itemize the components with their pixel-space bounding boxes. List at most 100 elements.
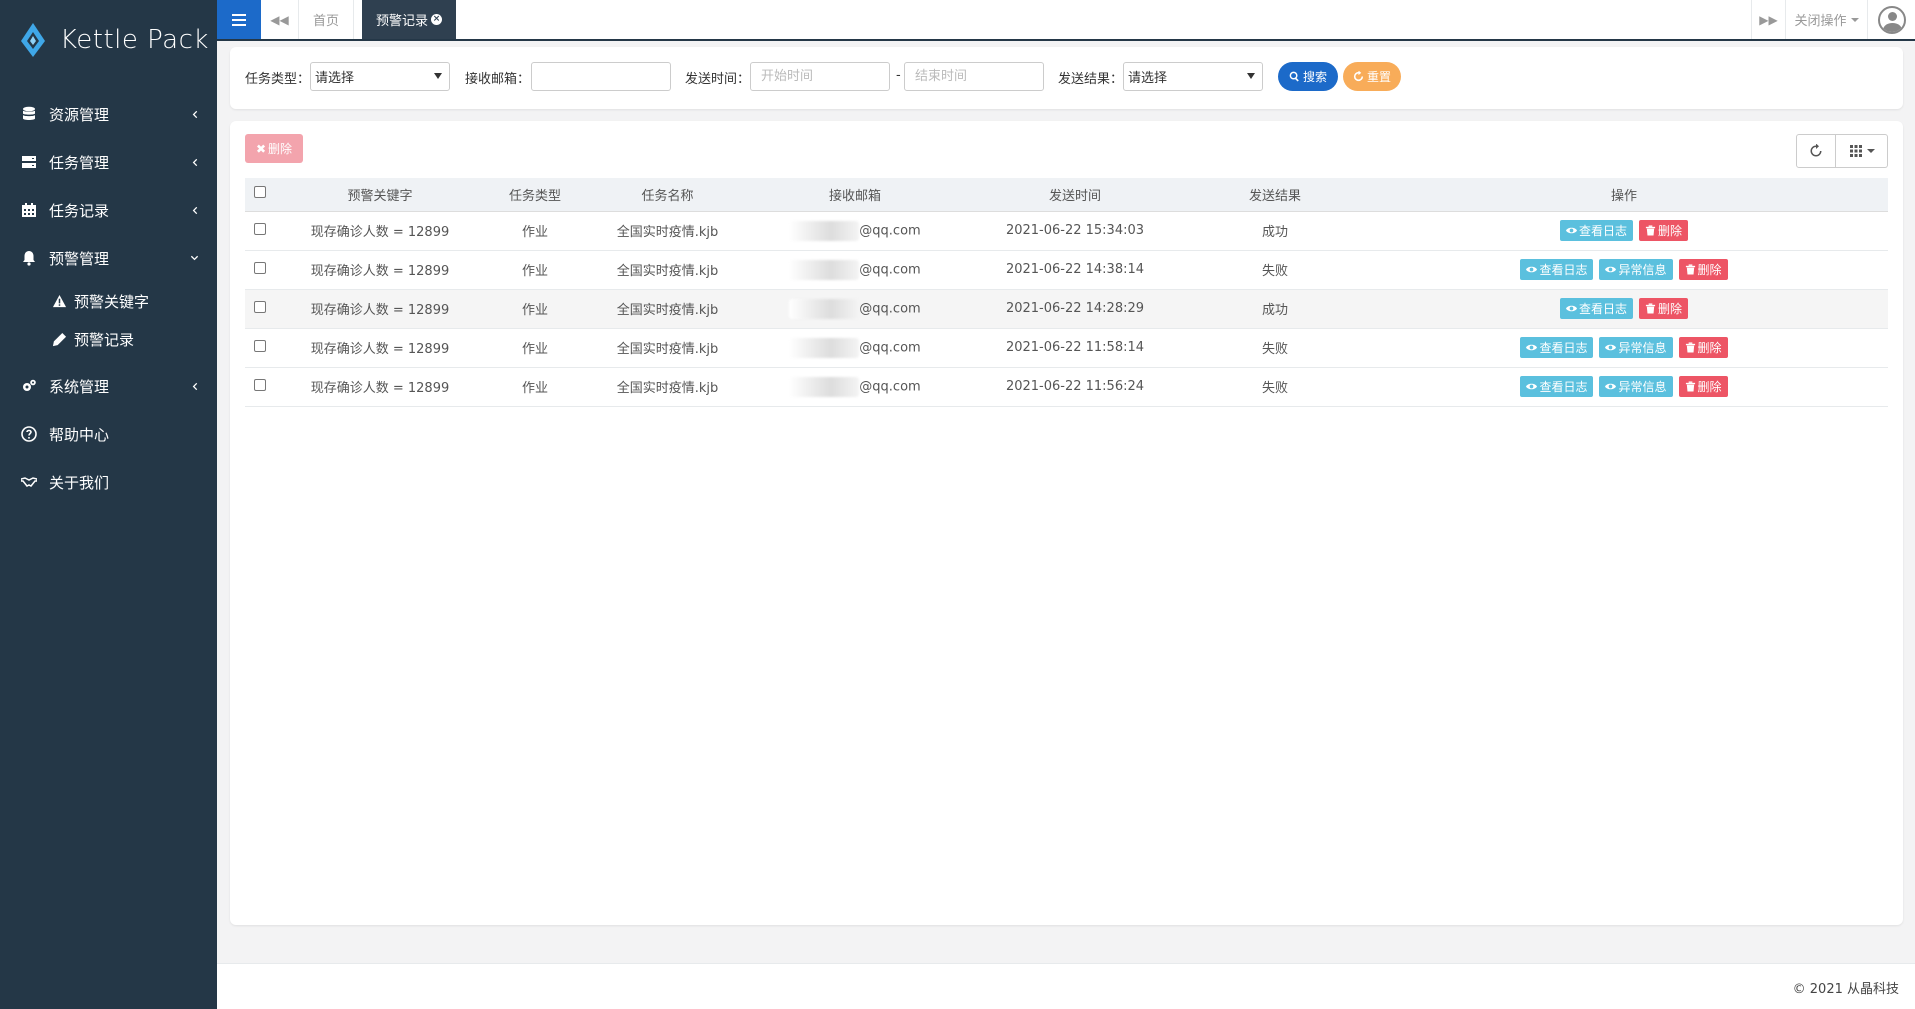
error-info-label: 异常信息 bbox=[1618, 341, 1667, 355]
error-info-button[interactable]: 异常信息 bbox=[1599, 259, 1673, 280]
sidebar-subitem-alert-record[interactable]: 预警记录 bbox=[0, 320, 217, 358]
email-input[interactable] bbox=[531, 62, 671, 91]
tab-close-icon[interactable]: × bbox=[431, 14, 443, 25]
sidebar-item-resource[interactable]: 资源管理 bbox=[0, 90, 217, 138]
sidebar-item-task[interactable]: 任务管理 bbox=[0, 138, 217, 186]
delete-row-button[interactable]: 删除 bbox=[1639, 298, 1689, 319]
table-row[interactable]: 现存确诊人数 = 12899 作业 全国实时疫情.kjb @qq.com 2021-06… bbox=[245, 367, 1888, 407]
delete-row-button[interactable]: 删除 bbox=[1678, 376, 1728, 397]
actions-cell: 查看日志 异常信息 删除 bbox=[1360, 250, 1888, 290]
sidebar-item-help[interactable]: 帮助中心 bbox=[0, 410, 217, 458]
delete-row-label: 删除 bbox=[1697, 341, 1722, 355]
table-row[interactable]: 现存确诊人数 = 12899 作业 全国实时疫情.kjb @qq.com 2021-06… bbox=[245, 289, 1888, 329]
logo: Kettle Pack bbox=[0, 0, 217, 80]
gears-icon bbox=[23, 379, 36, 391]
copyright-text: © 2021 从晶科技 bbox=[1792, 982, 1899, 997]
sidebar-item-label: 帮助中心 bbox=[49, 425, 110, 444]
sidebar-item-alert[interactable]: 预警管理 bbox=[0, 234, 217, 282]
search-panel: 任务类型： 请选择 接收邮箱： 发送时间： - 发送结果： 请选择 搜索 重置 bbox=[230, 47, 1903, 109]
table-row[interactable]: 现存确诊人数 = 12899 作业 全国实时疫情.kjb @qq.com 2021-06… bbox=[245, 211, 1888, 251]
row-checkbox[interactable] bbox=[254, 222, 266, 235]
search-icon bbox=[1289, 71, 1299, 82]
search-button-label: 搜索 bbox=[1302, 70, 1327, 84]
table-row[interactable]: 现存确诊人数 = 12899 作业 全国实时疫情.kjb @qq.com 2021-06… bbox=[245, 328, 1888, 368]
send-result-cell: 失败 bbox=[1190, 328, 1360, 368]
table-row[interactable]: 现存确诊人数 = 12899 作业 全国实时疫情.kjb @qq.com 2021-06… bbox=[245, 250, 1888, 290]
column-header[interactable]: 发送时间 bbox=[960, 178, 1190, 212]
row-checkbox[interactable] bbox=[254, 300, 266, 313]
batch-delete-button[interactable]: ✖ 删除 bbox=[245, 134, 303, 163]
row-checkbox[interactable] bbox=[254, 261, 266, 274]
column-header[interactable]: 任务类型 bbox=[485, 178, 585, 212]
view-log-button[interactable]: 查看日志 bbox=[1520, 376, 1594, 397]
range-separator: - bbox=[896, 68, 901, 83]
view-log-label: 查看日志 bbox=[1578, 302, 1627, 316]
sidebar-subitem-alert-keyword[interactable]: 预警关键字 bbox=[0, 282, 217, 320]
result-label: 发送结果： bbox=[1058, 72, 1124, 87]
task-name-cell: 全国实时疫情.kjb bbox=[585, 250, 750, 290]
task-name-cell: 全国实时疫情.kjb bbox=[585, 328, 750, 368]
delete-row-button[interactable]: 删除 bbox=[1678, 259, 1728, 280]
send-time-cell: 2021-06-22 15:34:03 bbox=[960, 211, 1190, 251]
refresh-table-button[interactable] bbox=[1796, 134, 1836, 168]
actions-cell: 查看日志 删除 bbox=[1360, 211, 1888, 251]
select-all-checkbox[interactable] bbox=[254, 186, 266, 199]
row-checkbox[interactable] bbox=[254, 339, 266, 352]
delete-row-button[interactable]: 删除 bbox=[1678, 337, 1728, 358]
error-info-label: 异常信息 bbox=[1618, 263, 1667, 277]
tab-alert-record[interactable]: 预警记录 × bbox=[362, 0, 457, 39]
close-operations-dropdown[interactable]: 关闭操作 bbox=[1785, 0, 1867, 39]
view-log-button[interactable]: 查看日志 bbox=[1559, 220, 1633, 241]
search-button[interactable]: 搜索 bbox=[1278, 62, 1338, 91]
server-icon bbox=[22, 156, 36, 168]
trash-icon bbox=[1685, 264, 1695, 275]
task-type-select[interactable]: 请选择 bbox=[310, 62, 450, 91]
column-header[interactable]: 任务名称 bbox=[585, 178, 750, 212]
column-header[interactable]: 发送结果 bbox=[1190, 178, 1360, 212]
error-info-button[interactable]: 异常信息 bbox=[1599, 376, 1673, 397]
brand-name: Kettle Pack bbox=[60, 25, 209, 55]
reset-button[interactable]: 重置 bbox=[1343, 62, 1401, 91]
task-type-label: 任务类型： bbox=[245, 72, 311, 87]
sidebar-item-label: 预警管理 bbox=[49, 249, 110, 268]
column-header[interactable]: 预警关键字 bbox=[275, 178, 485, 212]
column-header[interactable]: 接收邮箱 bbox=[750, 178, 960, 212]
email-redaction bbox=[789, 220, 860, 241]
close-operations-label: 关闭操作 bbox=[1794, 14, 1847, 29]
task-type-cell: 作业 bbox=[485, 328, 585, 368]
reset-button-label: 重置 bbox=[1366, 70, 1391, 84]
delete-row-button[interactable]: 删除 bbox=[1639, 220, 1689, 241]
tab-scroll-left-button[interactable]: ◀◀ bbox=[261, 0, 299, 39]
sidebar-item-task-record[interactable]: 任务记录 bbox=[0, 186, 217, 234]
email-cell: @qq.com bbox=[750, 289, 960, 329]
times-icon: ✖ bbox=[255, 141, 267, 156]
menu-toggle-button[interactable] bbox=[217, 0, 261, 39]
email-redaction bbox=[789, 376, 860, 397]
view-log-button[interactable]: 查看日志 bbox=[1520, 337, 1594, 358]
double-chevron-left-icon: ◀◀ bbox=[270, 12, 289, 27]
columns-toggle-button[interactable] bbox=[1836, 134, 1888, 168]
checkbox-cell bbox=[245, 250, 275, 290]
send-time-cell: 2021-06-22 14:28:29 bbox=[960, 289, 1190, 329]
view-log-button[interactable]: 查看日志 bbox=[1520, 259, 1594, 280]
tab-home[interactable]: 首页 bbox=[299, 0, 355, 39]
row-checkbox[interactable] bbox=[254, 378, 266, 391]
avatar bbox=[1877, 5, 1906, 34]
view-log-button[interactable]: 查看日志 bbox=[1559, 298, 1633, 319]
actions-cell: 查看日志 异常信息 删除 bbox=[1360, 367, 1888, 407]
tab-scroll-right-button[interactable]: ▶▶ bbox=[1751, 0, 1785, 39]
email-domain: @qq.com bbox=[859, 379, 921, 394]
eye-icon bbox=[1605, 266, 1617, 273]
email-domain: @qq.com bbox=[859, 301, 921, 316]
checkbox-cell bbox=[245, 367, 275, 407]
start-time-input[interactable] bbox=[750, 62, 890, 91]
logo-icon bbox=[21, 23, 45, 57]
end-time-input[interactable] bbox=[904, 62, 1044, 91]
user-menu[interactable] bbox=[1867, 0, 1915, 39]
sidebar-item-about[interactable]: 关于我们 bbox=[0, 458, 217, 506]
error-info-button[interactable]: 异常信息 bbox=[1599, 337, 1673, 358]
trash-icon bbox=[1645, 225, 1656, 236]
sidebar-item-system[interactable]: 系统管理 bbox=[0, 362, 217, 410]
checkbox-cell bbox=[245, 289, 275, 329]
result-select[interactable]: 请选择 bbox=[1123, 62, 1263, 91]
